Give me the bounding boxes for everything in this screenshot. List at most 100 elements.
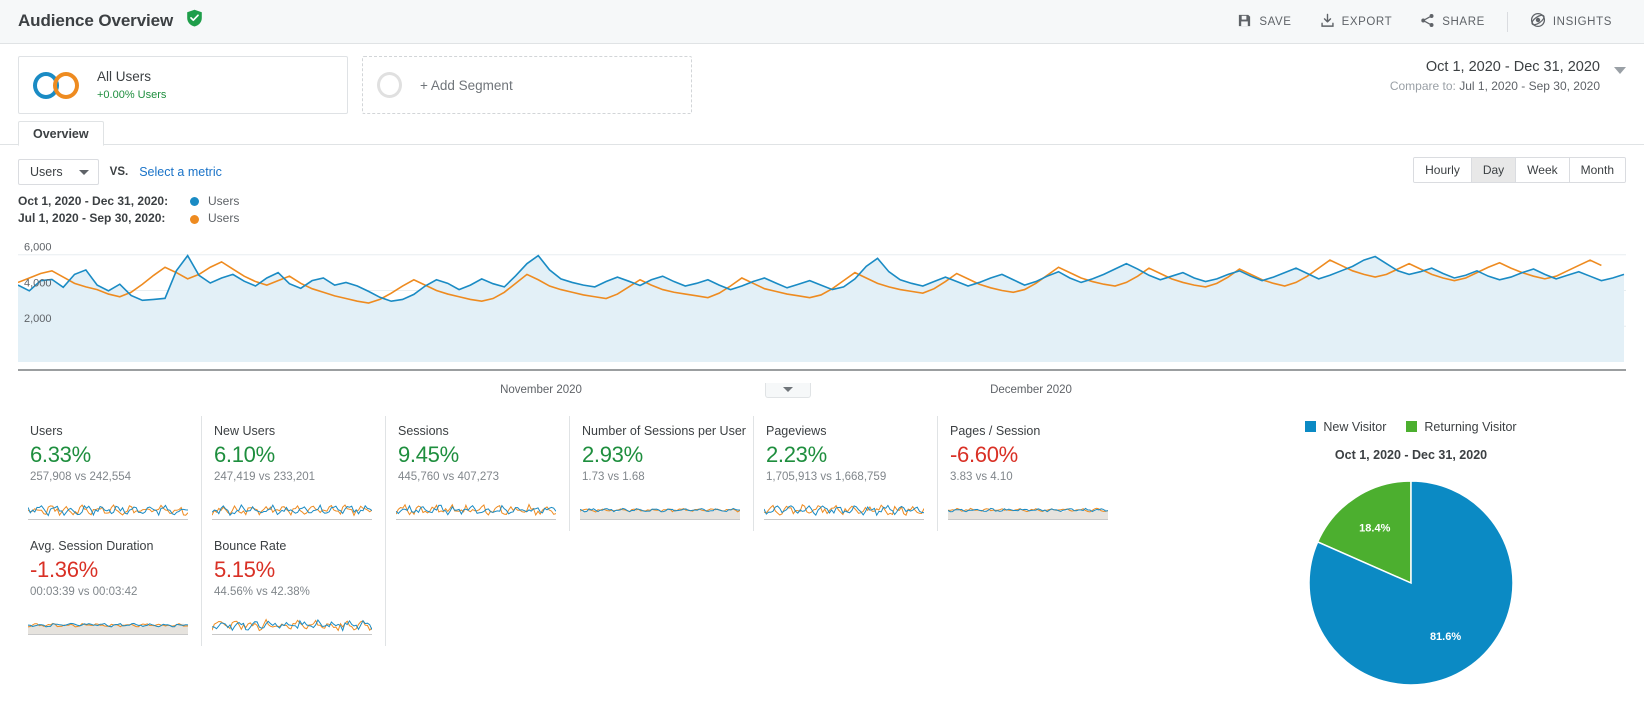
metric-card-pageviews[interactable]: Pageviews 2.23% 1,705,913 vs 1,668,759 xyxy=(754,415,938,531)
tab-bar: Overview xyxy=(0,120,1644,146)
metric-card-users[interactable]: Users 6.33% 257,908 vs 242,554 xyxy=(18,415,202,531)
metric-title: New Users xyxy=(214,423,276,438)
chart-x-axis: November 2020 December 2020 xyxy=(18,382,1626,402)
y-tick-label: 2,000 xyxy=(24,313,52,325)
share-icon xyxy=(1420,13,1435,31)
metric-cards-grid: Users 6.33% 257,908 vs 242,554 New Users… xyxy=(18,415,1122,646)
date-range-selector[interactable]: Oct 1, 2020 - Dec 31, 2020 Compare to: J… xyxy=(1390,58,1626,93)
pie-legend-label: New Visitor xyxy=(1323,419,1387,434)
empty-ring-icon xyxy=(377,72,402,98)
granularity-week[interactable]: Week xyxy=(1516,158,1570,182)
legend-swatch-green xyxy=(1406,421,1418,433)
toolbar-actions: SAVE EXPORT SHARE INSIGHTS xyxy=(1223,8,1626,35)
segment-text: All Users +0.00% Users xyxy=(97,68,166,102)
legend-row-primary: Oct 1, 2020 - Dec 31, 2020: Users xyxy=(18,193,1626,210)
save-button[interactable]: SAVE xyxy=(1223,9,1305,35)
collapse-chart-handle[interactable] xyxy=(765,382,811,398)
metric-percent: 5.15% xyxy=(214,556,275,582)
download-icon xyxy=(1320,13,1335,31)
export-button[interactable]: EXPORT xyxy=(1306,9,1407,35)
metric-compare: 00:03:39 vs 00:03:42 xyxy=(30,585,138,598)
metric-card-sessions[interactable]: Sessions 9.45% 445,760 vs 407,273 xyxy=(386,415,570,531)
legend-row-compare: Jul 1, 2020 - Sep 30, 2020: Users xyxy=(18,210,1626,227)
metric-title: Pageviews xyxy=(766,423,827,438)
shield-check-icon xyxy=(186,9,203,32)
pie-legend: New Visitor Returning Visitor xyxy=(1196,420,1626,434)
segment-name: All Users xyxy=(97,69,152,85)
legend-swatch-blue xyxy=(1305,421,1317,433)
sparkline xyxy=(27,498,189,525)
chart-controls: Users VS. Select a metric Hourly Day Wee… xyxy=(18,145,1626,185)
metric-percent: -6.60% xyxy=(950,441,1018,467)
metric-percent: -1.36% xyxy=(30,556,98,582)
timeseries-svg: 2,000 4,000 6,000 xyxy=(17,242,1626,371)
metric-percent: 9.45% xyxy=(398,441,459,467)
legend-metric-primary: Users xyxy=(208,194,240,208)
insights-button[interactable]: INSIGHTS xyxy=(1516,8,1626,35)
date-range-compare: Compare to: Jul 1, 2020 - Sep 30, 2020 xyxy=(1390,79,1600,93)
export-label: EXPORT xyxy=(1341,15,1393,28)
save-label: SAVE xyxy=(1259,15,1292,28)
segment-all-users[interactable]: All Users +0.00% Users xyxy=(18,56,348,114)
metric-card-bounce-rate[interactable]: Bounce Rate 5.15% 44.56% vs 42.38% xyxy=(202,530,386,646)
pie-slice-label: 81.6% xyxy=(1430,631,1461,643)
pie-legend-new-visitor[interactable]: New Visitor xyxy=(1305,420,1386,434)
granularity-hourly[interactable]: Hourly xyxy=(1414,158,1472,182)
visitor-type-pie-chart[interactable]: 18.4% 81.6% xyxy=(1296,468,1526,698)
granularity-day[interactable]: Day xyxy=(1471,158,1517,182)
y-tick-label: 4,000 xyxy=(24,277,52,289)
segment-sub: +0.00% Users xyxy=(97,88,167,101)
metric-selector[interactable]: Users xyxy=(18,159,99,185)
sparkline xyxy=(395,498,557,525)
date-range-primary: Oct 1, 2020 - Dec 31, 2020 xyxy=(1425,59,1600,75)
pie-slice-label: 18.4% xyxy=(1359,522,1390,534)
metric-card-new-users[interactable]: New Users 6.10% 247,419 vs 233,201 xyxy=(202,415,386,531)
chart-legend: Oct 1, 2020 - Dec 31, 2020: Users Jul 1,… xyxy=(18,193,1626,228)
pie-legend-returning-visitor[interactable]: Returning Visitor xyxy=(1406,420,1517,434)
legend-dot-blue xyxy=(190,197,199,207)
chart-panel: Users VS. Select a metric Hourly Day Wee… xyxy=(0,145,1644,402)
metric-title: Pages / Session xyxy=(950,423,1041,438)
visitor-type-pie-widget: New Visitor Returning Visitor Oct 1, 202… xyxy=(1196,416,1626,703)
tab-overview[interactable]: Overview xyxy=(18,121,104,146)
granularity-button-group: Hourly Day Week Month xyxy=(1413,157,1626,183)
metric-compare: 1,705,913 vs 1,668,759 xyxy=(766,470,887,483)
sparkline xyxy=(579,498,741,525)
metric-compare: 3.83 vs 4.10 xyxy=(950,470,1013,483)
sparkline xyxy=(27,613,189,640)
add-segment-button[interactable]: + Add Segment xyxy=(362,56,692,114)
add-segment-label: + Add Segment xyxy=(420,77,513,93)
granularity-month[interactable]: Month xyxy=(1569,158,1625,182)
share-button[interactable]: SHARE xyxy=(1406,9,1499,35)
segment-bar: All Users +0.00% Users + Add Segment Oct… xyxy=(0,44,1644,120)
date-range-text: Oct 1, 2020 - Dec 31, 2020 Compare to: J… xyxy=(1390,58,1600,93)
chevron-down-icon[interactable] xyxy=(1614,67,1626,74)
select-metric-link[interactable]: Select a metric xyxy=(139,165,222,179)
vs-label: VS. xyxy=(109,166,129,178)
metric-compare: 257,908 vs 242,554 xyxy=(30,470,132,483)
metric-compare: 247,419 vs 233,201 xyxy=(214,470,316,483)
segment-rings-icon xyxy=(33,68,89,102)
page-title-text: Audience Overview xyxy=(18,10,174,30)
metric-compare: 1.73 vs 1.68 xyxy=(582,470,645,483)
metric-card-sessions-per-user[interactable]: Number of Sessions per User 2.93% 1.73 v… xyxy=(570,415,754,531)
sparkline xyxy=(211,498,373,525)
series-area-primary xyxy=(18,255,1624,362)
metrics-region: Users 6.33% 257,908 vs 242,554 New Users… xyxy=(0,415,1644,686)
metric-percent: 2.93% xyxy=(582,441,643,467)
metric-percent: 6.10% xyxy=(214,441,275,467)
metric-card-avg-session-duration[interactable]: Avg. Session Duration -1.36% 00:03:39 vs… xyxy=(18,530,202,646)
metric-percent: 6.33% xyxy=(30,441,91,467)
legend-metric-compare: Users xyxy=(208,211,240,226)
timeseries-chart[interactable]: 2,000 4,000 6,000 xyxy=(17,234,1626,382)
metric-title: Bounce Rate xyxy=(214,538,287,553)
share-label: SHARE xyxy=(1442,15,1485,28)
metric-compare: 44.56% vs 42.38% xyxy=(214,585,310,598)
compare-prefix: Compare to: xyxy=(1389,78,1460,93)
metric-title: Users xyxy=(30,423,63,438)
metric-card-pages-per-session[interactable]: Pages / Session -6.60% 3.83 vs 4.10 xyxy=(938,416,1122,531)
sparkline xyxy=(763,498,925,525)
metric-selector-label: Users xyxy=(30,165,63,179)
page-title: Audience Overview xyxy=(18,9,203,33)
metric-compare: 445,760 vs 407,273 xyxy=(398,470,500,483)
